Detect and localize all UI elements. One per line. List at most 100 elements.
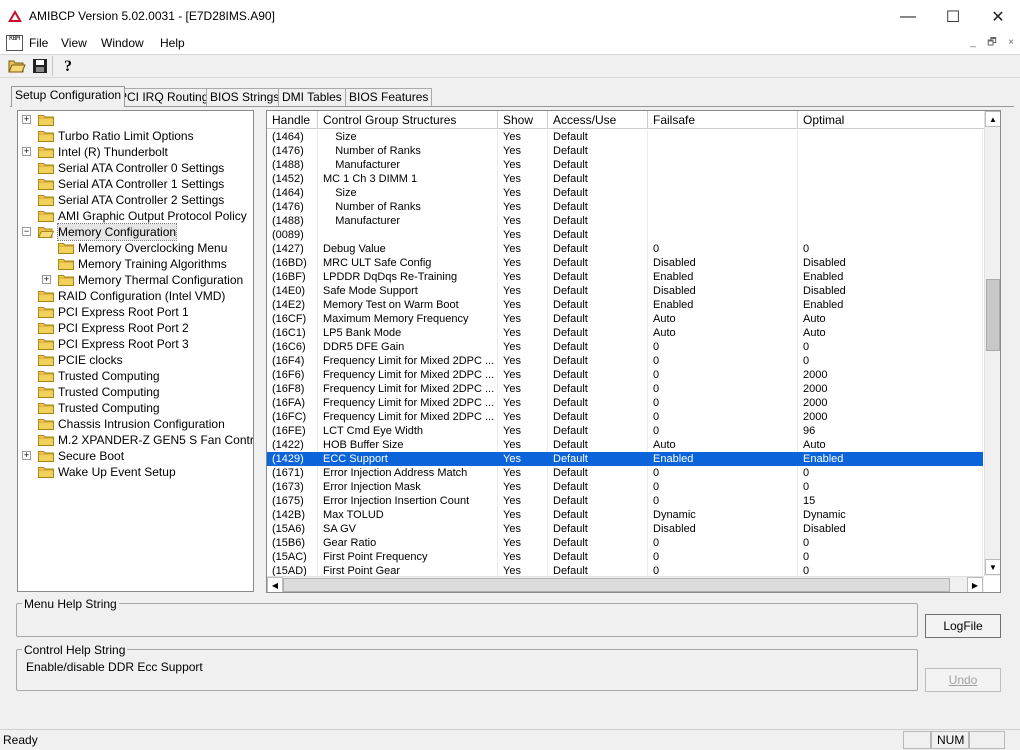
open-button[interactable] xyxy=(7,56,27,76)
mdi-minimize-button[interactable]: _ xyxy=(966,36,980,50)
grid-row[interactable]: (16BF) LPDDR DqDqs Re-Training Yes Default E… xyxy=(267,270,983,284)
menu-window[interactable]: Window xyxy=(101,36,144,50)
tree-item[interactable]: PCIE clocks xyxy=(18,352,253,368)
maximize-button[interactable]: ☐ xyxy=(930,0,976,34)
tree-item[interactable]: Serial ATA Controller 1 Settings xyxy=(18,176,253,192)
tree-item[interactable]: PCI Express Root Port 1 xyxy=(18,304,253,320)
expand-icon[interactable]: + xyxy=(22,451,31,460)
grid-row[interactable]: (16BD) MRC ULT Safe Config Yes Default Disab… xyxy=(267,256,983,270)
grid-row[interactable]: (0089) Yes Default xyxy=(267,228,983,242)
grid-row[interactable]: (16FA) Frequency Limit for Mixed 2DPC ...… xyxy=(267,396,983,410)
grid-row[interactable]: (14E0) Safe Mode Support Yes Default Disable… xyxy=(267,284,983,298)
cell-optimal xyxy=(798,172,983,186)
save-button[interactable] xyxy=(30,56,50,76)
tree-item-label: M.2 XPANDER-Z GEN5 S Fan Control xyxy=(58,433,254,447)
logfile-button[interactable]: LogFile xyxy=(925,614,1001,638)
help-button[interactable]: ? xyxy=(59,56,79,76)
menu-help[interactable]: Help xyxy=(160,36,185,50)
tree-item[interactable]: Serial ATA Controller 2 Settings xyxy=(18,192,253,208)
grid-row[interactable]: (15AC) First Point Frequency Yes Default 0 0 xyxy=(267,550,983,564)
column-header-handle[interactable]: Handle xyxy=(267,111,318,129)
grid-row[interactable]: (1429) ECC Support Yes Default Enabled Enable… xyxy=(267,452,983,466)
grid-row[interactable]: (16F8) Frequency Limit for Mixed 2DPC ...… xyxy=(267,382,983,396)
grid-row[interactable]: (16F4) Frequency Limit for Mixed 2DPC ...… xyxy=(267,354,983,368)
grid-row[interactable]: (14E2) Memory Test on Warm Boot Yes Default… xyxy=(267,298,983,312)
mdi-close-button[interactable]: × xyxy=(1004,36,1018,50)
grid-row[interactable]: (1422) HOB Buffer Size Yes Default Auto Auto xyxy=(267,438,983,452)
tree-item[interactable]: Trusted Computing xyxy=(18,368,253,384)
column-header-access[interactable]: Access/Use xyxy=(548,111,648,129)
tab-bios-strings[interactable]: BIOS Strings xyxy=(206,88,284,106)
tree-item[interactable]: + xyxy=(18,112,253,128)
grid-row[interactable]: (1488) Manufacturer Yes Default xyxy=(267,214,983,228)
column-header-optimal[interactable]: Optimal xyxy=(798,111,985,129)
tree-item[interactable]: M.2 XPANDER-Z GEN5 S Fan Control xyxy=(18,432,253,448)
tree-item[interactable]: PCI Express Root Port 3 xyxy=(18,336,253,352)
scroll-up-button[interactable]: ▲ xyxy=(985,111,1000,127)
setup-tree[interactable]: + Turbo Ratio Limit Options + Intel (R) Thu… xyxy=(17,110,254,592)
cell-show: Yes xyxy=(498,340,548,354)
document-icon[interactable]: RBM xyxy=(6,35,23,51)
vertical-scroll-thumb[interactable] xyxy=(986,279,1000,351)
tree-item[interactable]: Trusted Computing xyxy=(18,384,253,400)
tree-item[interactable]: PCI Express Root Port 2 xyxy=(18,320,253,336)
undo-button[interactable]: Undo xyxy=(925,668,1001,692)
column-header-show[interactable]: Show xyxy=(498,111,548,129)
column-header-control-group[interactable]: Control Group Structures xyxy=(318,111,498,129)
grid-row[interactable]: (1476) Number of Ranks Yes Default xyxy=(267,144,983,158)
grid-row[interactable]: (16FC) Frequency Limit for Mixed 2DPC ...… xyxy=(267,410,983,424)
grid-row[interactable]: (1452) MC 1 Ch 3 DIMM 1 Yes Default xyxy=(267,172,983,186)
grid-row[interactable]: (1671) Error Injection Address Match Yes De… xyxy=(267,466,983,480)
grid-row[interactable]: (16C6) DDR5 DFE Gain Yes Default 0 0 xyxy=(267,340,983,354)
tab-bios-features[interactable]: BIOS Features xyxy=(345,88,433,106)
tree-item[interactable]: Chassis Intrusion Configuration xyxy=(18,416,253,432)
grid-row[interactable]: (142B) Max TOLUD Yes Default Dynamic Dynamic xyxy=(267,508,983,522)
tree-item[interactable]: − Memory Configuration xyxy=(18,223,253,241)
tree-item[interactable]: Serial ATA Controller 0 Settings xyxy=(18,160,253,176)
scroll-right-button[interactable]: ▶ xyxy=(967,577,983,592)
grid-row[interactable]: (16C1) LP5 Bank Mode Yes Default Auto Auto xyxy=(267,326,983,340)
tree-item[interactable]: Memory Training Algorithms xyxy=(18,256,253,272)
grid-row[interactable]: (1464) Size Yes Default xyxy=(267,186,983,200)
tree-item[interactable]: AMI Graphic Output Protocol Policy xyxy=(18,208,253,224)
folder-icon xyxy=(38,450,54,462)
grid-row[interactable]: (1464) Size Yes Default xyxy=(267,130,983,144)
collapse-icon[interactable]: − xyxy=(22,227,31,236)
tree-item[interactable]: + Memory Thermal Configuration xyxy=(18,272,253,288)
horizontal-scrollbar[interactable]: ◀ ▶ xyxy=(267,576,984,592)
tab-pci-irq-routing[interactable]: PCI IRQ Routing xyxy=(115,88,213,106)
grid-row[interactable]: (1476) Number of Ranks Yes Default xyxy=(267,200,983,214)
menu-file[interactable]: File xyxy=(29,36,48,50)
tab-dmi-tables[interactable]: DMI Tables xyxy=(278,88,346,106)
grid-row[interactable]: (1488) Manufacturer Yes Default xyxy=(267,158,983,172)
tree-item[interactable]: Turbo Ratio Limit Options xyxy=(18,128,253,144)
close-button[interactable]: ✕ xyxy=(975,0,1020,34)
grid-row[interactable]: (15A6) SA GV Yes Default Disabled Disabled xyxy=(267,522,983,536)
tree-item[interactable]: + Secure Boot xyxy=(18,448,253,464)
tree-item[interactable]: Wake Up Event Setup xyxy=(18,464,253,480)
grid-row[interactable]: (16F6) Frequency Limit for Mixed 2DPC ...… xyxy=(267,368,983,382)
tab-setup-configuration[interactable]: Setup Configuration xyxy=(11,86,126,107)
expand-icon[interactable]: + xyxy=(22,115,31,124)
horizontal-scroll-thumb[interactable] xyxy=(283,578,950,592)
expand-icon[interactable]: + xyxy=(42,275,51,284)
grid-row[interactable]: (15B6) Gear Ratio Yes Default 0 0 xyxy=(267,536,983,550)
tree-item[interactable]: Trusted Computing xyxy=(18,400,253,416)
grid-row[interactable]: (15AD) First Point Gear Yes Default 0 0 xyxy=(267,564,983,576)
tree-item[interactable]: Memory Overclocking Menu xyxy=(18,240,253,256)
grid-row[interactable]: (1675) Error Injection Insertion Count Yes… xyxy=(267,494,983,508)
grid-row[interactable]: (1673) Error Injection Mask Yes Default 0 0 xyxy=(267,480,983,494)
column-header-failsafe[interactable]: Failsafe xyxy=(648,111,798,129)
menu-view[interactable]: View xyxy=(61,36,87,50)
tree-item[interactable]: + Intel (R) Thunderbolt xyxy=(18,144,253,160)
grid-row[interactable]: (1427) Debug Value Yes Default 0 0 xyxy=(267,242,983,256)
scroll-down-button[interactable]: ▼ xyxy=(985,559,1000,575)
scroll-left-button[interactable]: ◀ xyxy=(267,577,283,592)
expand-icon[interactable]: + xyxy=(22,147,31,156)
grid-row[interactable]: (16FE) LCT Cmd Eye Width Yes Default 0 96 xyxy=(267,424,983,438)
vertical-scrollbar[interactable]: ▲ ▼ xyxy=(984,111,1000,576)
mdi-restore-button[interactable]: 🗗 xyxy=(985,36,999,50)
tree-item[interactable]: RAID Configuration (Intel VMD) xyxy=(18,288,253,304)
minimize-button[interactable]: — xyxy=(885,0,931,34)
grid-row[interactable]: (16CF) Maximum Memory Frequency Yes Default… xyxy=(267,312,983,326)
